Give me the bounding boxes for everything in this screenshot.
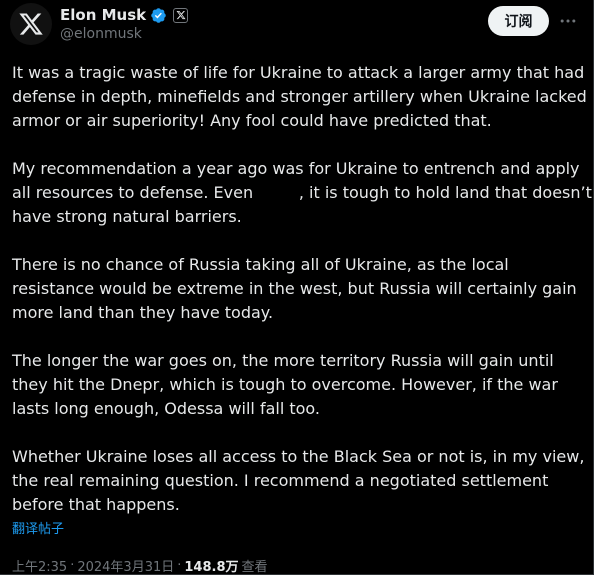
tweet-paragraph: Whether Ukraine loses all access to the … — [12, 447, 585, 514]
tweet-paragraph: My recommendation a year ago was for Ukr… — [12, 159, 592, 226]
x-logo-icon — [19, 13, 43, 35]
tweet-post: Elon Musk @elonmusk 订阅 It was a tragic w… — [0, 0, 594, 575]
more-horizontal-icon — [560, 19, 576, 23]
meta-separator: · — [177, 558, 182, 573]
tweet-paragraph: There is no chance of Russia taking all … — [12, 255, 577, 322]
verified-badge-icon — [151, 7, 166, 23]
meta-separator: · — [70, 558, 75, 573]
tweet-paragraph: It was a tragic waste of life for Ukrain… — [12, 63, 587, 130]
author-display-name[interactable]: Elon Musk — [60, 6, 146, 24]
more-options-button[interactable] — [556, 9, 580, 33]
x-affiliate-badge-icon — [173, 7, 189, 23]
tweet-paragraph: The longer the war goes on, the more ter… — [12, 351, 558, 418]
views-label: 查看 — [241, 560, 268, 575]
subscribe-button[interactable]: 订阅 — [488, 6, 549, 36]
tweet-meta: 上午2:35 · 2024年3月31日 · 148.8万 查看 — [12, 556, 268, 575]
post-time[interactable]: 上午2:35 — [12, 556, 67, 575]
views-count: 148.8万 — [184, 560, 239, 575]
post-date[interactable]: 2024年3月31日 — [77, 556, 174, 575]
author-handle[interactable]: @elonmusk — [60, 26, 142, 42]
tweet-text: It was a tragic waste of life for Ukrain… — [12, 61, 592, 517]
avatar[interactable] — [10, 3, 52, 45]
translate-post-link[interactable]: 翻译帖子 — [12, 518, 64, 537]
tweet-header: Elon Musk @elonmusk 订阅 — [0, 0, 594, 52]
author-name-row: Elon Musk — [60, 5, 189, 25]
